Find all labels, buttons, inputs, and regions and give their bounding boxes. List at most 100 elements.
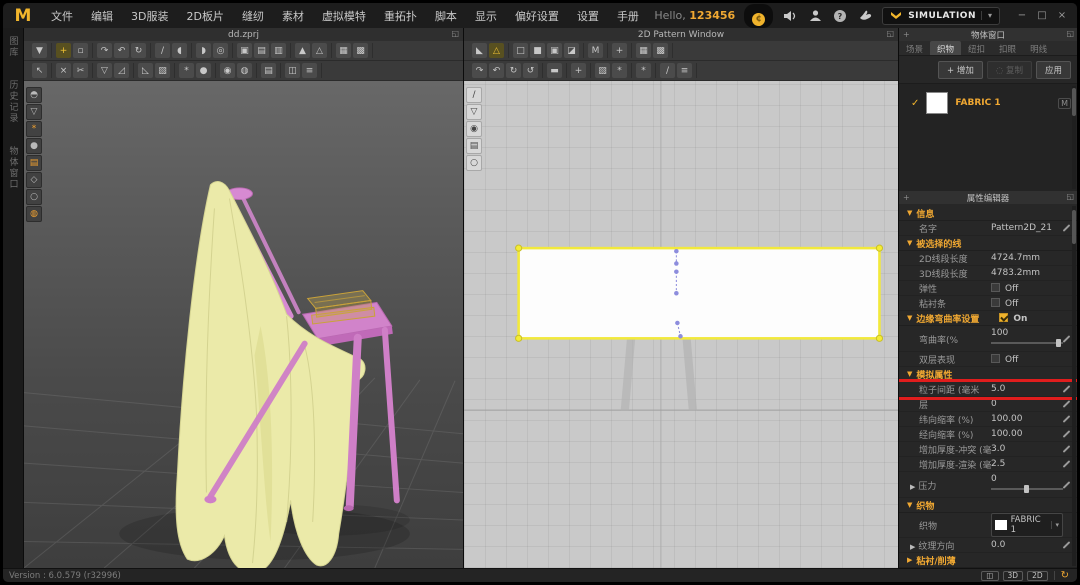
viewport-tool-icon[interactable]: ◉ (466, 121, 482, 137)
tool-icon[interactable]: ◣ (472, 43, 487, 58)
edit-pencil-icon[interactable] (1063, 385, 1071, 393)
prop-row[interactable]: 2D线段长度4724.7mm (899, 251, 1077, 266)
menu-item[interactable]: 脚本 (427, 5, 465, 27)
prop-value[interactable]: 4724.7mm (991, 253, 1040, 263)
viewport-tool-icon[interactable]: ○ (466, 155, 482, 171)
triangle-down-icon[interactable]: ▼ (907, 314, 912, 322)
tool-icon[interactable]: □ (513, 43, 528, 58)
popout-icon[interactable]: ◱ (1066, 192, 1074, 201)
prop-value[interactable]: 5.0 (991, 384, 1005, 394)
tab-纽扣[interactable]: 纽扣 (961, 41, 992, 55)
prop-row[interactable]: 3D线段长度4783.2mm (899, 266, 1077, 281)
edit-pencil-icon[interactable] (1063, 430, 1071, 438)
tool-icon[interactable]: ▦ (336, 43, 351, 58)
section-header[interactable]: ▼信息 (899, 206, 1077, 221)
checkbox[interactable] (999, 313, 1008, 322)
prop-row[interactable]: 粘衬条Off (899, 296, 1077, 311)
prop-value[interactable]: 0 (991, 474, 997, 484)
prop-row[interactable]: 弹性Off (899, 281, 1077, 296)
edit-pencil-icon[interactable] (1063, 460, 1071, 468)
prop-row[interactable]: 增加厚度-渲染 (毫2.5 (899, 457, 1077, 472)
tool-icon[interactable]: + (56, 43, 71, 58)
tool-icon[interactable]: ● (196, 63, 211, 78)
viewport-tool-icon[interactable]: ▤ (466, 138, 482, 154)
tool-icon[interactable]: ▦ (636, 43, 651, 58)
menu-item[interactable]: 重拓扑 (376, 5, 425, 27)
tool-icon[interactable]: ↻ (131, 43, 146, 58)
collapsed-panel-tab[interactable]: 图库 (7, 36, 20, 58)
viewport-tool-icon[interactable]: ◇ (26, 172, 42, 188)
apply-fabric-button[interactable]: 应用 (1036, 61, 1071, 79)
help-icon[interactable]: ? (832, 8, 848, 24)
user-profile-icon[interactable] (807, 8, 823, 24)
edit-pencil-icon[interactable] (1063, 400, 1071, 408)
prop-row[interactable]: 双层表现Off (899, 352, 1077, 367)
section-header[interactable]: ▼织物 (899, 498, 1077, 513)
viewport-tool-icon[interactable]: ▤ (26, 155, 42, 171)
3d-viewport[interactable]: ◓▽*●▤◇○◍ (24, 81, 463, 568)
popout-icon[interactable]: ◱ (1066, 29, 1074, 38)
prop-value[interactable]: 4783.2mm (991, 268, 1040, 278)
chevron-down-icon[interactable]: ▾ (1051, 521, 1059, 529)
slider[interactable] (991, 488, 1063, 490)
menu-item[interactable]: 偏好设置 (507, 5, 567, 27)
fabric-swatch[interactable] (926, 92, 948, 114)
triangle-right-icon[interactable]: ▶ (907, 556, 912, 564)
prop-value[interactable]: 2.5 (991, 459, 1005, 469)
tool-icon[interactable]: ▫ (73, 43, 88, 58)
tool-icon[interactable]: ↷ (472, 63, 487, 78)
menu-item[interactable]: 素材 (274, 5, 312, 27)
menu-item[interactable]: 手册 (609, 5, 647, 27)
viewport-tool-icon[interactable]: * (26, 121, 42, 137)
tool-icon[interactable]: ≡ (677, 63, 692, 78)
2d-viewport[interactable]: ∕▽◉▤○ (464, 81, 898, 568)
tool-icon[interactable]: ◺ (138, 63, 153, 78)
tool-icon[interactable]: ▼ (32, 43, 47, 58)
prop-row[interactable]: 名字Pattern2D_21 (899, 221, 1077, 236)
tool-icon[interactable]: + (571, 63, 586, 78)
triangle-right-icon[interactable]: ▶ (910, 483, 915, 491)
prop-value[interactable]: 0.0 (991, 540, 1005, 550)
menu-item[interactable]: 2D板片 (178, 5, 231, 27)
tool-icon[interactable]: ∕ (155, 43, 170, 58)
collapsed-panel-tab[interactable]: 历史记录 (7, 80, 20, 124)
tool-icon[interactable]: ↺ (523, 63, 538, 78)
prop-row[interactable]: 粒子间距 (毫米5.0 (899, 382, 1077, 397)
tool-icon[interactable]: * (179, 63, 194, 78)
section-header[interactable]: ▼模拟属性 (899, 367, 1077, 382)
viewport-tool-icon[interactable]: ● (26, 138, 42, 154)
prop-row[interactable]: ▶压力0 (899, 472, 1077, 498)
prop-value[interactable]: 100.00 (991, 429, 1023, 439)
tool-icon[interactable]: ◪ (564, 43, 579, 58)
3d-view-button[interactable]: 3D (1003, 571, 1024, 581)
triangle-down-icon[interactable]: ▼ (907, 501, 912, 509)
tool-icon[interactable]: * (612, 63, 627, 78)
tool-icon[interactable]: ▤ (261, 63, 276, 78)
checkbox[interactable] (991, 354, 1000, 363)
prop-value[interactable]: 3.0 (991, 444, 1005, 454)
section-header[interactable]: ▼被选择的线 (899, 236, 1077, 251)
viewport-tool-icon[interactable]: ▽ (466, 104, 482, 120)
triangle-down-icon[interactable]: ▼ (907, 370, 912, 378)
checkbox[interactable] (991, 298, 1000, 307)
tab-织物[interactable]: 织物 (930, 41, 961, 55)
tool-icon[interactable]: ▩ (653, 43, 668, 58)
tool-icon[interactable]: ↶ (489, 63, 504, 78)
scrollbar[interactable] (1072, 206, 1076, 566)
tool-icon[interactable]: ↻ (506, 63, 521, 78)
connect-icon[interactable] (857, 8, 873, 24)
tool-icon[interactable]: ∕ (660, 63, 675, 78)
tab-明线[interactable]: 明线 (1023, 41, 1054, 55)
triangle-right-icon[interactable]: ▶ (910, 543, 915, 551)
prop-row[interactable]: 经向缩率 (%)100.00 (899, 427, 1077, 442)
tool-icon[interactable]: ✂ (73, 63, 88, 78)
menu-item[interactable]: 3D服装 (123, 5, 176, 27)
popout-icon[interactable]: ◱ (451, 29, 459, 38)
fabric-dropdown[interactable]: FABRIC 1▾ (991, 513, 1063, 537)
tool-icon[interactable]: ◎ (213, 43, 228, 58)
prop-value[interactable]: 0 (991, 399, 997, 409)
tool-icon[interactable]: ▧ (155, 63, 170, 78)
tool-icon[interactable]: ▣ (237, 43, 252, 58)
tool-icon[interactable]: ↶ (114, 43, 129, 58)
tool-icon[interactable]: ▣ (547, 43, 562, 58)
